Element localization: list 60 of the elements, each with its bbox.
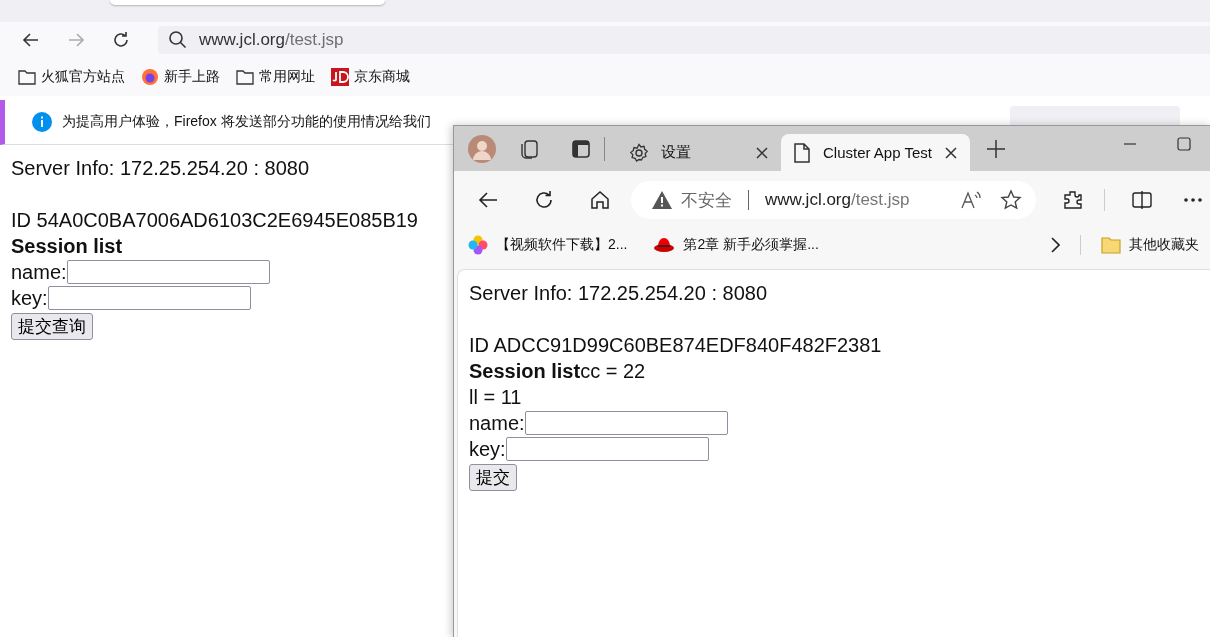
- home-icon[interactable]: [589, 189, 611, 211]
- search-icon: [168, 30, 188, 50]
- more-icon[interactable]: [1183, 197, 1203, 203]
- browser-tab[interactable]: Cluster App Test: [781, 134, 970, 171]
- tab-actions-icon[interactable]: [570, 137, 592, 160]
- input-field[interactable]: [505, 437, 709, 461]
- session-heading: Session list: [11, 235, 123, 257]
- server-info: Server Info: 172.25.254.20 : 8080: [469, 281, 768, 306]
- other-bookmarks-folder[interactable]: 其他收藏夹: [1101, 236, 1199, 254]
- field-label: name:: [469, 411, 525, 436]
- settings-icon: [629, 142, 649, 163]
- shop-logo-icon: [331, 68, 349, 86]
- session-entry: cc = 22: [580, 360, 646, 382]
- bookmark-item[interactable]: 新手上路: [141, 68, 220, 86]
- session-heading: Session list: [469, 360, 581, 382]
- field-label: key:: [11, 286, 48, 311]
- reload-icon[interactable]: [111, 30, 131, 50]
- address-bar[interactable]: 不安全 www.jcl.org/test.jsp: [631, 181, 1036, 219]
- new-tab-icon[interactable]: [985, 138, 1006, 159]
- input-field[interactable]: [524, 411, 728, 435]
- notice-text: 为提高用户体验，Firefox 将发送部分功能的使用情况给我们: [62, 113, 431, 131]
- folder-icon: [236, 69, 254, 85]
- star-icon[interactable]: [1000, 189, 1022, 211]
- session-entry: ll = 11: [469, 386, 522, 408]
- reload-icon[interactable]: [533, 189, 555, 211]
- page-icon: [793, 142, 811, 163]
- url-text: www.jcl.org/test.jsp: [765, 190, 910, 210]
- url-text: www.jcl.org/test.jsp: [199, 30, 344, 50]
- session-id: ID ADCC91D99C60BE874EDF840F482F2381: [469, 333, 883, 358]
- field-label: key:: [469, 437, 506, 462]
- address-bar[interactable]: www.jcl.org/test.jsp: [158, 26, 1210, 54]
- flower-icon: [468, 235, 488, 255]
- chevron-right-icon[interactable]: [1050, 237, 1060, 253]
- submit-button[interactable]: 提交查询: [11, 313, 93, 340]
- puzzle-icon[interactable]: [1062, 189, 1084, 211]
- input-field[interactable]: [66, 260, 270, 284]
- close-icon[interactable]: [943, 145, 958, 160]
- maximize-icon[interactable]: [1177, 136, 1191, 151]
- bookmark-item[interactable]: 第2章 新手必须掌握...: [653, 236, 819, 254]
- folder-icon: [18, 69, 36, 85]
- bookmark-item[interactable]: 常用网址: [236, 68, 315, 86]
- info-icon: [32, 112, 52, 132]
- browser-tab[interactable]: 设置: [617, 134, 781, 171]
- bookmark-item[interactable]: 京东商城: [331, 68, 410, 86]
- bookmark-item[interactable]: 【视频软件下载】2...: [468, 235, 628, 255]
- fox-globe-icon: [141, 68, 159, 86]
- security-label: 不安全: [681, 189, 732, 212]
- bookmark-item[interactable]: 火狐官方站点: [18, 68, 125, 86]
- split-screen-icon[interactable]: [1131, 189, 1153, 211]
- folder-icon: [1101, 236, 1121, 254]
- read-aloud-icon[interactable]: [960, 190, 982, 210]
- submit-button[interactable]: 提交: [469, 464, 517, 491]
- server-info: Server Info: 172.25.254.20 : 8080: [11, 156, 310, 181]
- hat-icon: [653, 236, 676, 254]
- input-field[interactable]: [47, 286, 251, 310]
- warning-icon: [651, 190, 673, 210]
- close-icon[interactable]: [755, 145, 769, 160]
- field-label: name:: [11, 260, 67, 285]
- session-id: ID 54A0C0BA7006AD6103C2E6945E085B19: [11, 208, 419, 233]
- collections-icon[interactable]: [518, 137, 540, 160]
